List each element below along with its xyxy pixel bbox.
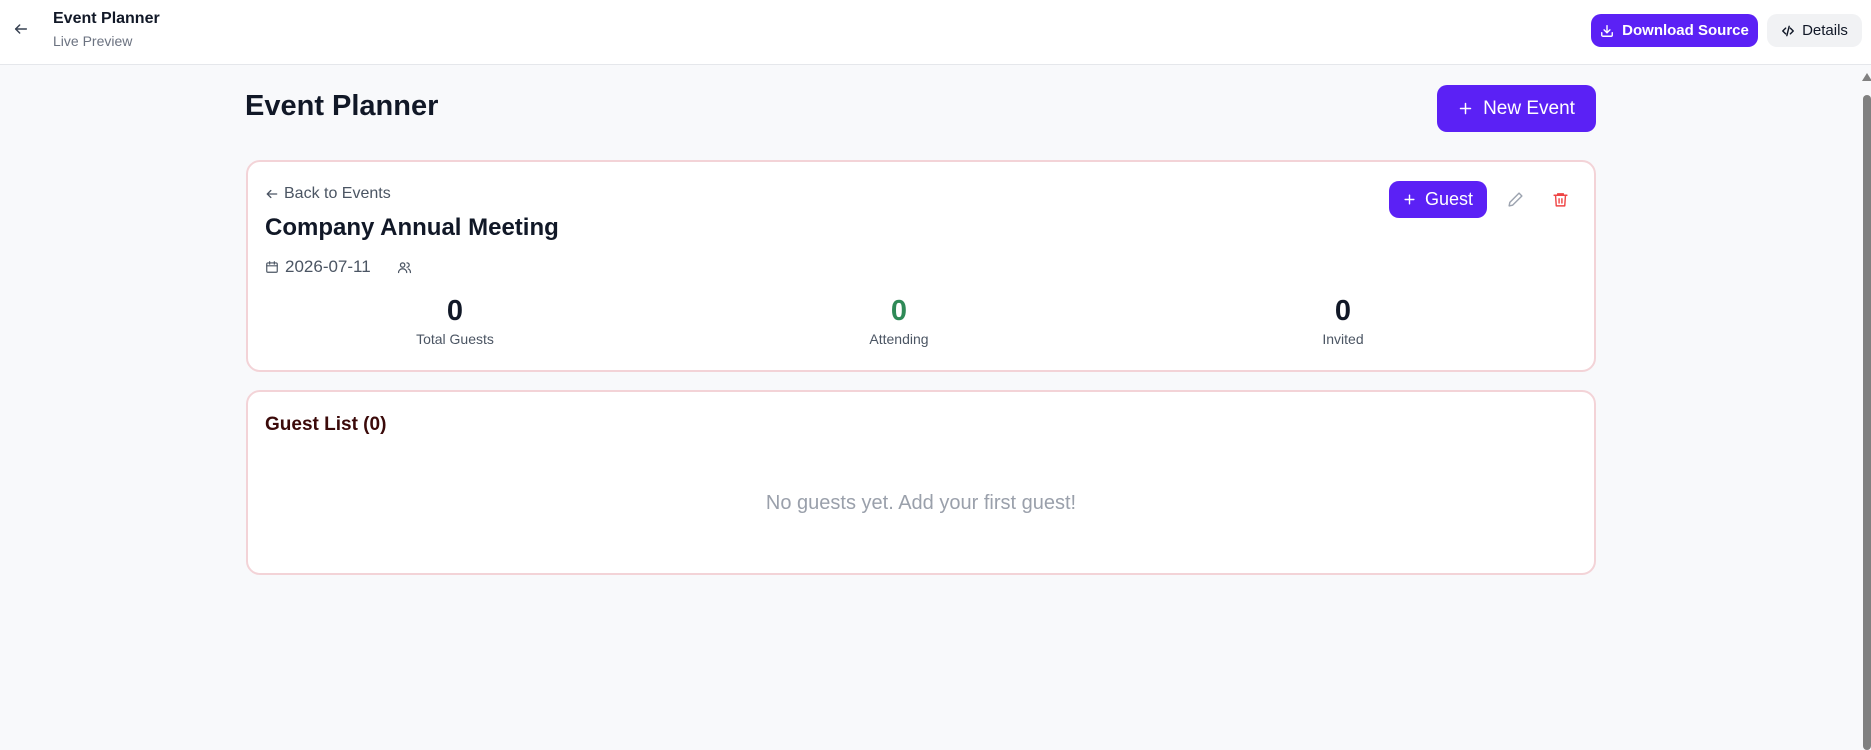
add-guest-label: Guest bbox=[1424, 189, 1474, 209]
app-subtitle: Live Preview bbox=[53, 33, 133, 49]
back-to-events-label: Back to Events bbox=[284, 185, 391, 202]
download-source-button[interactable]: Download Source bbox=[1591, 14, 1758, 47]
guest-list-title: Guest List (0) bbox=[265, 414, 387, 435]
edit-event-button[interactable] bbox=[1503, 187, 1527, 211]
new-event-button[interactable]: New Event bbox=[1437, 85, 1596, 132]
new-event-label: New Event bbox=[1483, 97, 1575, 119]
users-icon bbox=[397, 261, 411, 273]
stat-total-guests: 0 Total Guests bbox=[355, 294, 555, 347]
details-label: Details bbox=[1802, 22, 1848, 39]
stat-invited: 0 Invited bbox=[1243, 294, 1443, 347]
page-title: Event Planner bbox=[245, 90, 439, 122]
scroll-up-arrow[interactable] bbox=[1862, 73, 1871, 81]
download-source-label: Download Source bbox=[1622, 22, 1749, 39]
event-detail-card: Back to Events Company Annual Meeting 20… bbox=[246, 160, 1596, 372]
stat-value: 0 bbox=[1334, 295, 1352, 327]
delete-event-button[interactable] bbox=[1548, 187, 1572, 211]
back-to-events-link[interactable]: Back to Events bbox=[265, 185, 391, 203]
event-date: 2026-07-11 bbox=[285, 257, 371, 276]
stat-value: 0 bbox=[446, 295, 464, 327]
app-title: Event Planner bbox=[53, 10, 160, 27]
stat-value: 0 bbox=[890, 295, 908, 327]
guest-list-card: Guest List (0) No guests yet. Add your f… bbox=[246, 390, 1596, 575]
stat-label: Total Guests bbox=[416, 331, 494, 347]
download-icon bbox=[1601, 24, 1614, 37]
details-button[interactable]: Details bbox=[1767, 14, 1862, 47]
stat-label: Invited bbox=[1322, 331, 1364, 347]
trash-icon bbox=[1552, 192, 1568, 207]
page-scrollbar[interactable] bbox=[1861, 65, 1871, 750]
arrow-left-icon bbox=[266, 189, 278, 199]
event-meta: 2026-07-11 bbox=[265, 257, 412, 277]
empty-state-message: No guests yet. Add your first guest! bbox=[765, 492, 1077, 514]
plus-icon bbox=[1404, 194, 1415, 205]
plus-icon bbox=[1459, 102, 1472, 115]
scrollbar-thumb[interactable] bbox=[1863, 95, 1871, 750]
arrow-left-icon bbox=[14, 24, 28, 34]
back-button[interactable] bbox=[10, 18, 32, 40]
stat-attending: 0 Attending bbox=[799, 294, 999, 347]
calendar-icon bbox=[266, 261, 278, 273]
stat-label: Attending bbox=[869, 331, 929, 347]
code-icon bbox=[1782, 25, 1795, 36]
app-header: Event Planner Live Preview Download Sour… bbox=[0, 0, 1871, 65]
add-guest-button[interactable]: Guest bbox=[1389, 181, 1487, 218]
event-name: Company Annual Meeting bbox=[265, 214, 559, 241]
pencil-icon bbox=[1507, 191, 1523, 207]
